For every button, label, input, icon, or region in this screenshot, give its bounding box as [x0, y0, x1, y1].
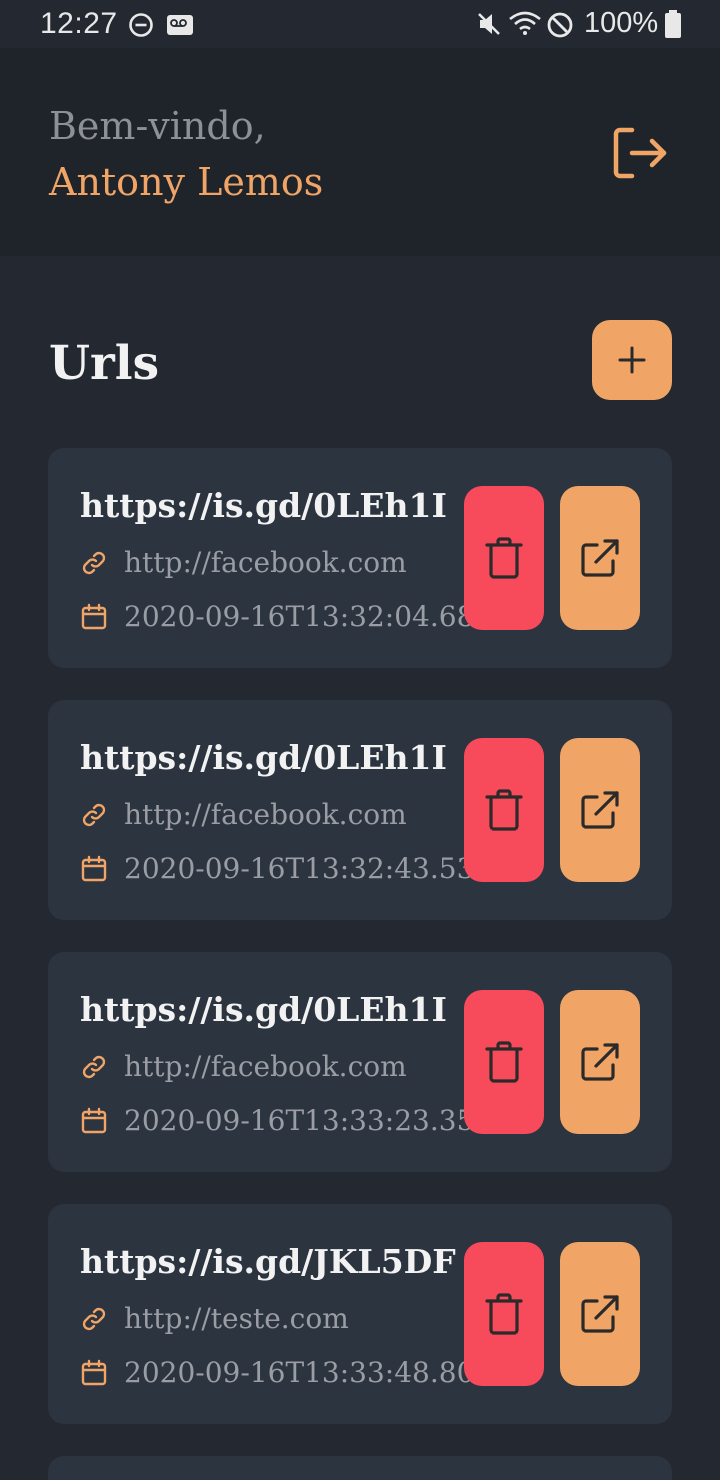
logout-icon [613, 127, 667, 179]
delete-button[interactable] [464, 486, 544, 630]
calendar-icon [81, 1107, 107, 1133]
delete-button[interactable] [464, 1242, 544, 1386]
calendar-icon [81, 603, 107, 629]
open-link-button[interactable] [560, 738, 640, 882]
trash-icon [485, 789, 523, 831]
short-url: https://is.gd/0LEh1I [80, 738, 447, 777]
calendar-icon [81, 855, 107, 881]
delete-button[interactable] [464, 990, 544, 1134]
original-url-row: http://facebook.com [80, 798, 407, 831]
short-url: https://is.gd/0LEh1I [80, 486, 447, 525]
wifi-icon [509, 11, 541, 35]
calendar-icon [81, 1359, 107, 1385]
created-date: 2020-09-16T13:32:04.684 [124, 600, 493, 633]
external-link-icon [581, 791, 619, 829]
external-link-icon [581, 1295, 619, 1333]
url-card: https://is.gd/0LEh1I http://facebook.com… [48, 700, 672, 920]
battery-icon [665, 10, 681, 38]
link-icon [82, 803, 106, 826]
created-date-row: 2020-09-16T13:32:43.539 [80, 852, 492, 885]
url-card-partial [48, 1456, 672, 1480]
link-icon [82, 1307, 106, 1330]
blocked-icon [547, 12, 573, 38]
link-icon [82, 551, 106, 574]
add-url-button[interactable] [592, 320, 672, 400]
url-card: https://is.gd/JKL5DF http://teste.com 20… [48, 1204, 672, 1424]
original-url: http://facebook.com [124, 546, 407, 579]
voicemail-icon [167, 15, 193, 35]
mute-icon [478, 13, 500, 35]
trash-icon [485, 1293, 523, 1335]
status-time: 12:27 [40, 7, 118, 40]
do-not-disturb-icon [129, 13, 153, 37]
external-link-icon [581, 539, 619, 577]
delete-button[interactable] [464, 738, 544, 882]
created-date: 2020-09-16T13:33:48.806 [124, 1356, 493, 1389]
original-url: http://teste.com [124, 1302, 349, 1335]
link-icon [82, 1055, 106, 1078]
trash-icon [485, 1041, 523, 1083]
created-date-row: 2020-09-16T13:33:23.359 [80, 1104, 492, 1137]
created-date-row: 2020-09-16T13:32:04.684 [80, 600, 492, 633]
logout-button[interactable] [612, 126, 670, 180]
open-link-button[interactable] [560, 486, 640, 630]
original-url: http://facebook.com [124, 1050, 407, 1083]
url-card: https://is.gd/0LEh1I http://facebook.com… [48, 952, 672, 1172]
battery-percent: 100% [584, 7, 659, 39]
created-date-row: 2020-09-16T13:33:48.806 [80, 1356, 492, 1389]
original-url-row: http://teste.com [80, 1302, 349, 1335]
trash-icon [485, 537, 523, 579]
plus-icon [618, 346, 646, 374]
user-name: Antony Lemos [49, 160, 324, 204]
created-date: 2020-09-16T13:33:23.359 [124, 1104, 493, 1137]
original-url: http://facebook.com [124, 798, 407, 831]
greeting-text: Bem-vindo, [49, 104, 266, 148]
original-url-row: http://facebook.com [80, 1050, 407, 1083]
status-bar: 12:27 100% [0, 0, 720, 48]
original-url-row: http://facebook.com [80, 546, 407, 579]
open-link-button[interactable] [560, 990, 640, 1134]
created-date: 2020-09-16T13:32:43.539 [124, 852, 493, 885]
url-card: https://is.gd/0LEh1I http://facebook.com… [48, 448, 672, 668]
short-url: https://is.gd/0LEh1I [80, 990, 447, 1029]
open-link-button[interactable] [560, 1242, 640, 1386]
short-url: https://is.gd/JKL5DF [80, 1242, 456, 1281]
page-title: Urls [49, 336, 160, 391]
external-link-icon [581, 1043, 619, 1081]
